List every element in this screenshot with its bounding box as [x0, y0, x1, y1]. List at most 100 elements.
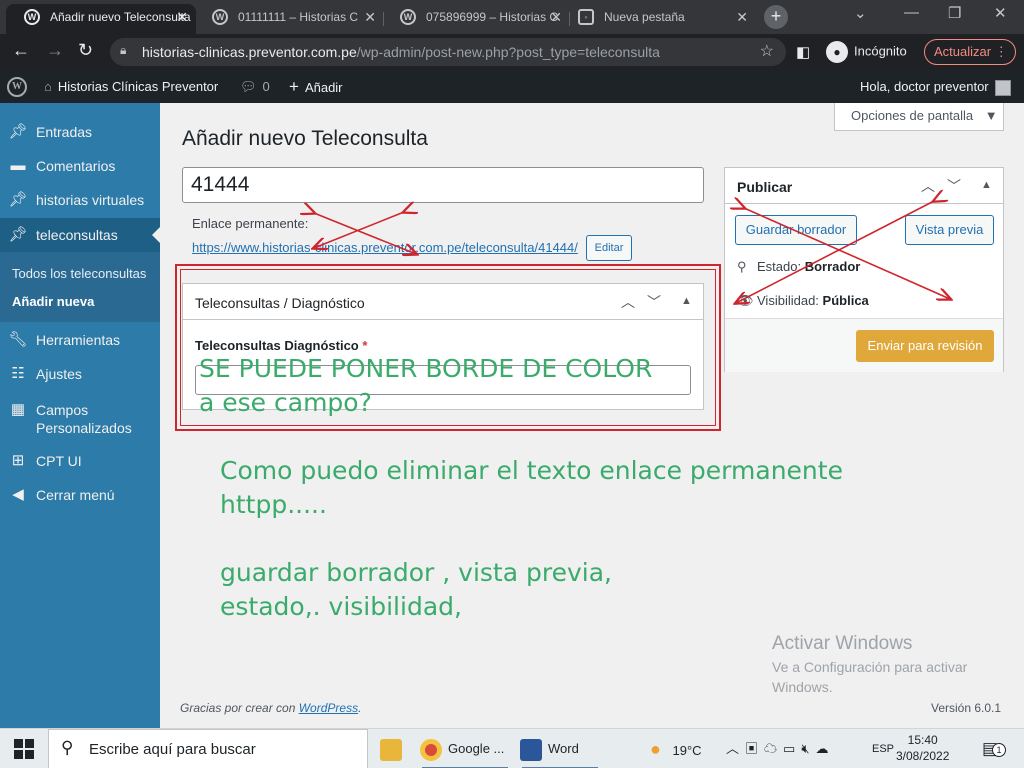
tab-add-teleconsulta[interactable]: W Añadir nuevo Teleconsulta ✕ — [6, 4, 196, 34]
account-menu[interactable]: Hola, doctor preventor — [860, 70, 1011, 103]
status-row: ⚲ Estado: Borrador — [737, 259, 861, 274]
required-mark: * — [362, 338, 368, 353]
close-icon[interactable]: ✕ — [736, 4, 748, 30]
file-explorer-icon — [380, 738, 402, 761]
submenu-all-teleconsultas[interactable]: Todos los teleconsultas — [12, 266, 146, 281]
update-browser-button[interactable]: Actualizar ⋮ — [924, 39, 1016, 65]
avatar — [994, 79, 1011, 96]
tab-search-icon[interactable]: ⌄ — [854, 4, 867, 22]
add-new-link[interactable]: + Añadir — [289, 70, 343, 104]
taskbar-search-input[interactable]: ⚲ Escribe aquí para buscar — [48, 729, 368, 768]
tab-new-tab[interactable]: ◦ Nueva pestaña ✕ — [568, 4, 756, 34]
chevron-down-icon[interactable]: ﹀ — [947, 176, 961, 196]
site-name-link[interactable]: ⌂ Historias Clínicas Preventor — [44, 70, 218, 103]
sidebar-item-entradas[interactable]: 📌︎ Entradas — [0, 115, 160, 149]
monitor-icon: ▭ — [783, 741, 802, 756]
close-icon[interactable]: ✕ — [550, 4, 562, 30]
tab-historia-2[interactable]: W 075896999 – Historias C ✕ — [382, 4, 570, 34]
notification-count: 1 — [992, 743, 1006, 757]
sidebar-item-herramientas[interactable]: 🔧︎ Herramientas — [0, 323, 160, 357]
minimize-icon[interactable]: — — [904, 4, 919, 21]
wordpress-logo-icon[interactable]: W — [7, 77, 27, 97]
word-app[interactable]: Word — [520, 729, 600, 768]
word-icon — [520, 738, 542, 761]
sidebar-item-campos-personalizados[interactable]: ▦ Campos Personalizados — [0, 393, 160, 437]
weather-widget[interactable]: ● 19°C — [650, 729, 702, 768]
submit-for-review-button[interactable]: Enviar para revisión — [856, 330, 994, 362]
globe-icon: ◦ — [578, 9, 594, 25]
language-indicator[interactable]: ESP — [872, 729, 894, 768]
annotation-note-border: SE PUEDE PONER BORDE DE COLOR a ese camp… — [199, 354, 653, 417]
wordpress-icon: W — [212, 9, 228, 25]
notification-icon[interactable]: ▤ 1 — [982, 729, 1006, 768]
chevron-up-icon[interactable]: ︿ — [921, 176, 935, 196]
diagnostico-field-label: Teleconsultas Diagnóstico * — [195, 338, 368, 353]
forward-arrow-icon[interactable]: → — [46, 40, 64, 61]
bookmark-star-icon[interactable]: ☆ — [760, 41, 774, 61]
tab-title: Añadir nuevo Teleconsulta — [50, 10, 191, 24]
close-icon[interactable]: ✕ — [364, 4, 376, 30]
speaker-icon: 🔇︎ — [801, 741, 816, 756]
sidebar-item-cpt-ui[interactable]: ⊞ CPT UI — [0, 444, 160, 478]
chrome-app[interactable]: Google ... — [420, 729, 510, 768]
windows-start-icon[interactable] — [14, 739, 34, 759]
home-icon: ⌂ — [44, 79, 52, 94]
permalink-url-link[interactable]: https://www.historias-clinicas.preventor… — [192, 240, 578, 255]
search-icon: ⚲ — [61, 738, 74, 757]
file-explorer-app[interactable] — [380, 729, 404, 768]
incognito-indicator[interactable]: ● Incógnito — [826, 41, 907, 63]
window-close-icon[interactable]: ✕ — [994, 4, 1007, 22]
metabox-header: Teleconsultas / Diagnóstico ︿ ﹀ ▲ — [183, 284, 703, 320]
annotation-note-permalink: Como puedo eliminar el texto enlace perm… — [220, 456, 843, 519]
tab-title: Nueva pestaña — [604, 10, 685, 24]
reload-icon[interactable]: ↻ — [78, 40, 93, 61]
lock-icon: 🔒︎ — [120, 43, 127, 57]
eye-icon: 👁︎ — [737, 293, 754, 308]
footer-thanks: Gracias por crear con WordPress. — [180, 701, 362, 715]
qr-icon: ⊞ — [11, 452, 25, 469]
chevron-up-icon[interactable]: ︿ — [621, 292, 635, 312]
screen-options-button[interactable]: Opciones de pantalla ▼ — [834, 103, 1004, 131]
pin-icon: ⚲ — [737, 259, 747, 274]
visibility-row: 👁︎ Visibilidad: Pública — [737, 293, 869, 308]
submenu-add-new[interactable]: Añadir nueva — [12, 294, 94, 309]
restore-icon[interactable]: ❐ — [948, 4, 961, 22]
permalink-label: Enlace permanente: — [192, 216, 309, 231]
sidebar-item-historias-virtuales[interactable]: 📌︎ historias virtuales — [0, 183, 160, 217]
chevron-up-icon: ︿ — [726, 741, 746, 756]
post-title-input[interactable]: 41444 — [182, 167, 704, 203]
sun-icon: ● — [650, 739, 661, 759]
publish-actions: Enviar para revisión — [725, 318, 1003, 372]
toggle-panel-icon[interactable]: ▲ — [681, 295, 692, 307]
sidebar-item-teleconsultas[interactable]: 📌︎ teleconsultas — [0, 218, 160, 252]
sidebar-item-ajustes[interactable]: ☷ Ajustes — [0, 357, 160, 391]
side-panel-icon[interactable]: ◧ — [796, 43, 810, 61]
close-icon[interactable]: ✕ — [176, 4, 188, 30]
tab-historia-1[interactable]: W 01111111 – Historias C ✕ — [194, 4, 384, 34]
new-tab-button[interactable]: + — [764, 5, 788, 29]
taskbar-clock[interactable]: 15:40 3/08/2022 — [896, 732, 949, 764]
grid-icon: ▦ — [10, 401, 26, 418]
onedrive-icon: ☁ — [815, 741, 835, 756]
address-bar[interactable]: 🔒︎ historias-clinicas.preventor.com.pe/w… — [110, 38, 786, 66]
system-tray-icons[interactable]: ︿▣☁▭🔇︎☁ — [726, 729, 835, 768]
sidebar-item-cerrar-menu[interactable]: ◀ Cerrar menú — [0, 478, 160, 512]
toggle-panel-icon[interactable]: ▲ — [981, 179, 992, 191]
comments-link[interactable]: 💬︎ 0 — [240, 70, 270, 103]
wordpress-link[interactable]: WordPress — [299, 701, 358, 715]
kebab-menu-icon: ⋮ — [994, 44, 1008, 59]
admin-sidebar: 📌︎ Entradas ▬ Comentarios 📌︎ historias virt… — [0, 103, 160, 728]
browser-tab-strip: W Añadir nuevo Teleconsulta ✕ W 01111111… — [0, 0, 1024, 34]
back-arrow-icon[interactable]: ← — [12, 40, 30, 61]
edit-permalink-button[interactable]: Editar — [586, 235, 632, 261]
sidebar-item-comentarios[interactable]: ▬ Comentarios — [0, 149, 160, 183]
collapse-icon: ◀ — [12, 486, 24, 503]
tab-title: 01111111 – Historias C — [238, 10, 359, 24]
publish-title: Publicar — [737, 179, 793, 195]
comment-icon: ▬ — [10, 157, 26, 174]
save-draft-button[interactable]: Guardar borrador — [735, 215, 857, 245]
preview-button[interactable]: Vista previa — [905, 215, 994, 245]
wordpress-icon: W — [24, 9, 40, 25]
chrome-icon — [420, 738, 442, 761]
chevron-down-icon[interactable]: ﹀ — [647, 292, 661, 312]
